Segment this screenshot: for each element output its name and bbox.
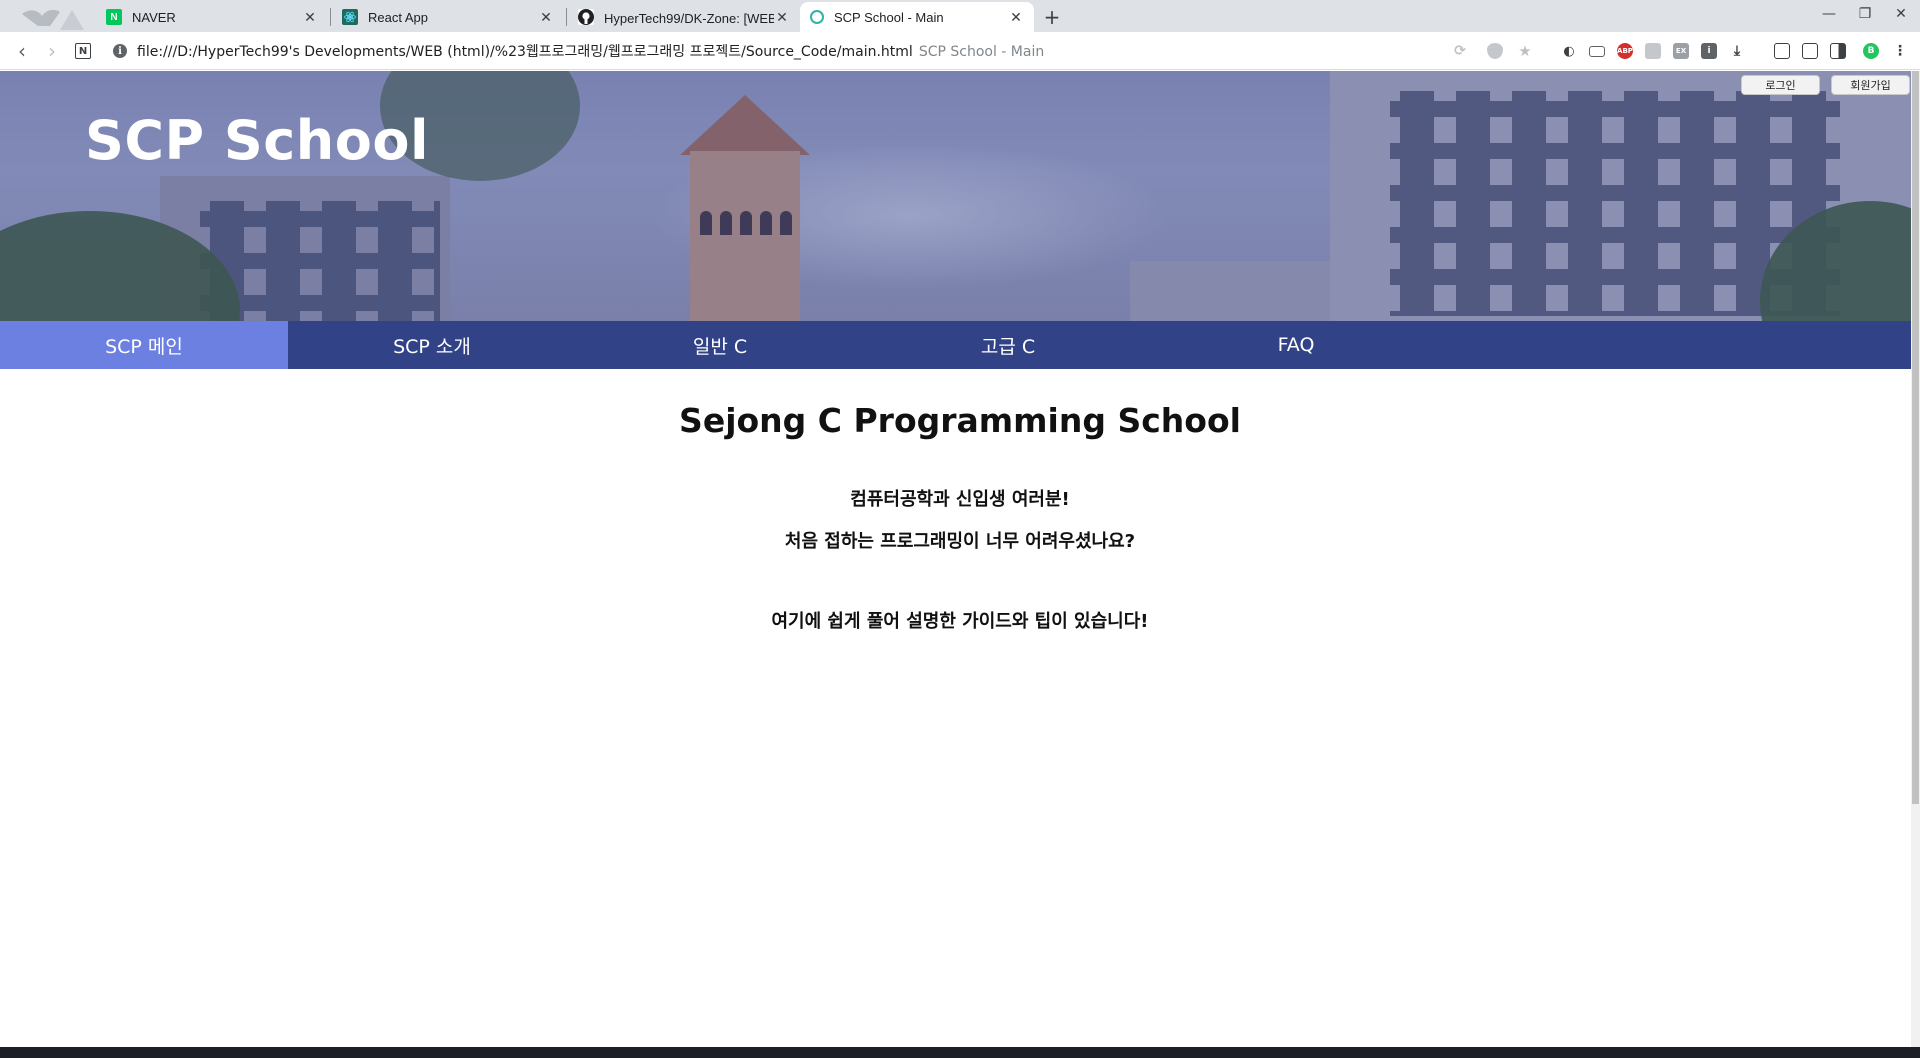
url-page-title: SCP School - Main	[918, 44, 1045, 60]
naver-whale-icon[interactable]: N	[75, 43, 91, 59]
scrollbar-thumb[interactable]	[1912, 71, 1919, 804]
reload-icon[interactable]: ⟳	[1452, 43, 1468, 59]
close-icon[interactable]: ✕	[302, 9, 318, 25]
tab-naver[interactable]: N NAVER ✕	[96, 2, 328, 32]
mouse-icon[interactable]: ◐	[1561, 43, 1577, 59]
tab-strip: N NAVER ✕ React App ✕ HyperTech99/DK-Zon…	[0, 0, 1920, 32]
shield-icon[interactable]	[1487, 43, 1503, 59]
nav-item-scp-intro[interactable]: SCP 소개	[288, 321, 576, 369]
reader-icon[interactable]	[1802, 43, 1818, 59]
restore-icon[interactable]: ❐	[1848, 0, 1882, 28]
sidebar-icon[interactable]	[1830, 43, 1846, 59]
close-icon[interactable]: ✕	[1008, 9, 1024, 25]
download-icon[interactable]: ⤓	[1729, 43, 1745, 59]
window-icon[interactable]	[1589, 46, 1605, 57]
nav-item-basic-c[interactable]: 일반 C	[576, 321, 864, 369]
tab-title: SCP School - Main	[834, 9, 944, 25]
react-favicon-icon	[342, 9, 358, 25]
browser-toolbar: ‹ › N i file:///D:/HyperTech99's Develop…	[0, 32, 1920, 70]
page-content: SCP School 로그인 회원가입 SCP 메인 SCP 소개 일반 C 고…	[0, 71, 1920, 1047]
info-extension-icon[interactable]: i	[1701, 43, 1717, 59]
extension-icon[interactable]	[1645, 43, 1661, 59]
hero-banner: SCP School 로그인 회원가입	[0, 71, 1920, 321]
url-text: file:///D:/HyperTech99's Developments/WE…	[137, 44, 913, 60]
loading-favicon-icon	[810, 10, 824, 24]
ex-extension-icon[interactable]: EX	[1673, 43, 1689, 59]
forward-icon[interactable]: ›	[40, 39, 64, 63]
bird-logo-icon	[22, 9, 84, 30]
signup-button[interactable]: 회원가입	[1831, 75, 1910, 95]
tab-react-app[interactable]: React App ✕	[332, 2, 564, 32]
tab-scp-school[interactable]: SCP School - Main ✕	[800, 2, 1034, 32]
adblock-icon[interactable]: ABP	[1617, 43, 1633, 59]
nav-item-scp-main[interactable]: SCP 메인	[0, 321, 288, 369]
login-button[interactable]: 로그인	[1741, 75, 1820, 95]
intro-line-1: 컴퓨터공학과 신입생 여러분!	[850, 489, 1070, 510]
back-icon[interactable]: ‹	[10, 39, 34, 63]
minimize-icon[interactable]: —	[1812, 0, 1846, 28]
tab-github[interactable]: HyperTech99/DK-Zone: [WEB]가 ✕	[568, 2, 800, 32]
intro-line-3: 여기에 쉽게 풀어 설명한 가이드와 팁이 있습니다!	[771, 611, 1149, 632]
tab-title: NAVER	[132, 9, 176, 25]
intro-line-2: 처음 접하는 프로그래밍이 너무 어려우셨나요?	[784, 531, 1136, 552]
os-taskbar	[0, 1047, 1920, 1058]
github-favicon-icon	[578, 9, 594, 25]
star-icon[interactable]: ★	[1517, 42, 1533, 60]
tab-separator	[330, 8, 331, 26]
close-icon[interactable]: ✕	[774, 9, 790, 25]
tab-separator	[566, 8, 567, 26]
nav-item-advanced-c[interactable]: 고급 C	[864, 321, 1152, 369]
info-icon[interactable]: i	[113, 44, 127, 58]
tab-title: HyperTech99/DK-Zone: [WEB]가	[604, 10, 774, 26]
menu-dots-icon[interactable]: ⋮	[1892, 43, 1908, 59]
address-bar[interactable]: file:///D:/HyperTech99's Developments/WE…	[137, 41, 1044, 61]
site-title[interactable]: SCP School	[85, 109, 429, 172]
main-navigation: SCP 메인 SCP 소개 일반 C 고급 C FAQ	[0, 321, 1920, 369]
page-heading: Sejong C Programming School	[679, 401, 1241, 440]
profile-avatar-icon[interactable]: B	[1863, 43, 1879, 59]
nav-item-faq[interactable]: FAQ	[1152, 321, 1440, 369]
capture-icon[interactable]	[1774, 43, 1790, 59]
window-close-icon[interactable]: ✕	[1884, 0, 1918, 28]
close-icon[interactable]: ✕	[538, 9, 554, 25]
new-tab-icon[interactable]: +	[1040, 5, 1064, 29]
naver-favicon-icon: N	[106, 9, 122, 25]
tab-title: React App	[368, 9, 428, 25]
